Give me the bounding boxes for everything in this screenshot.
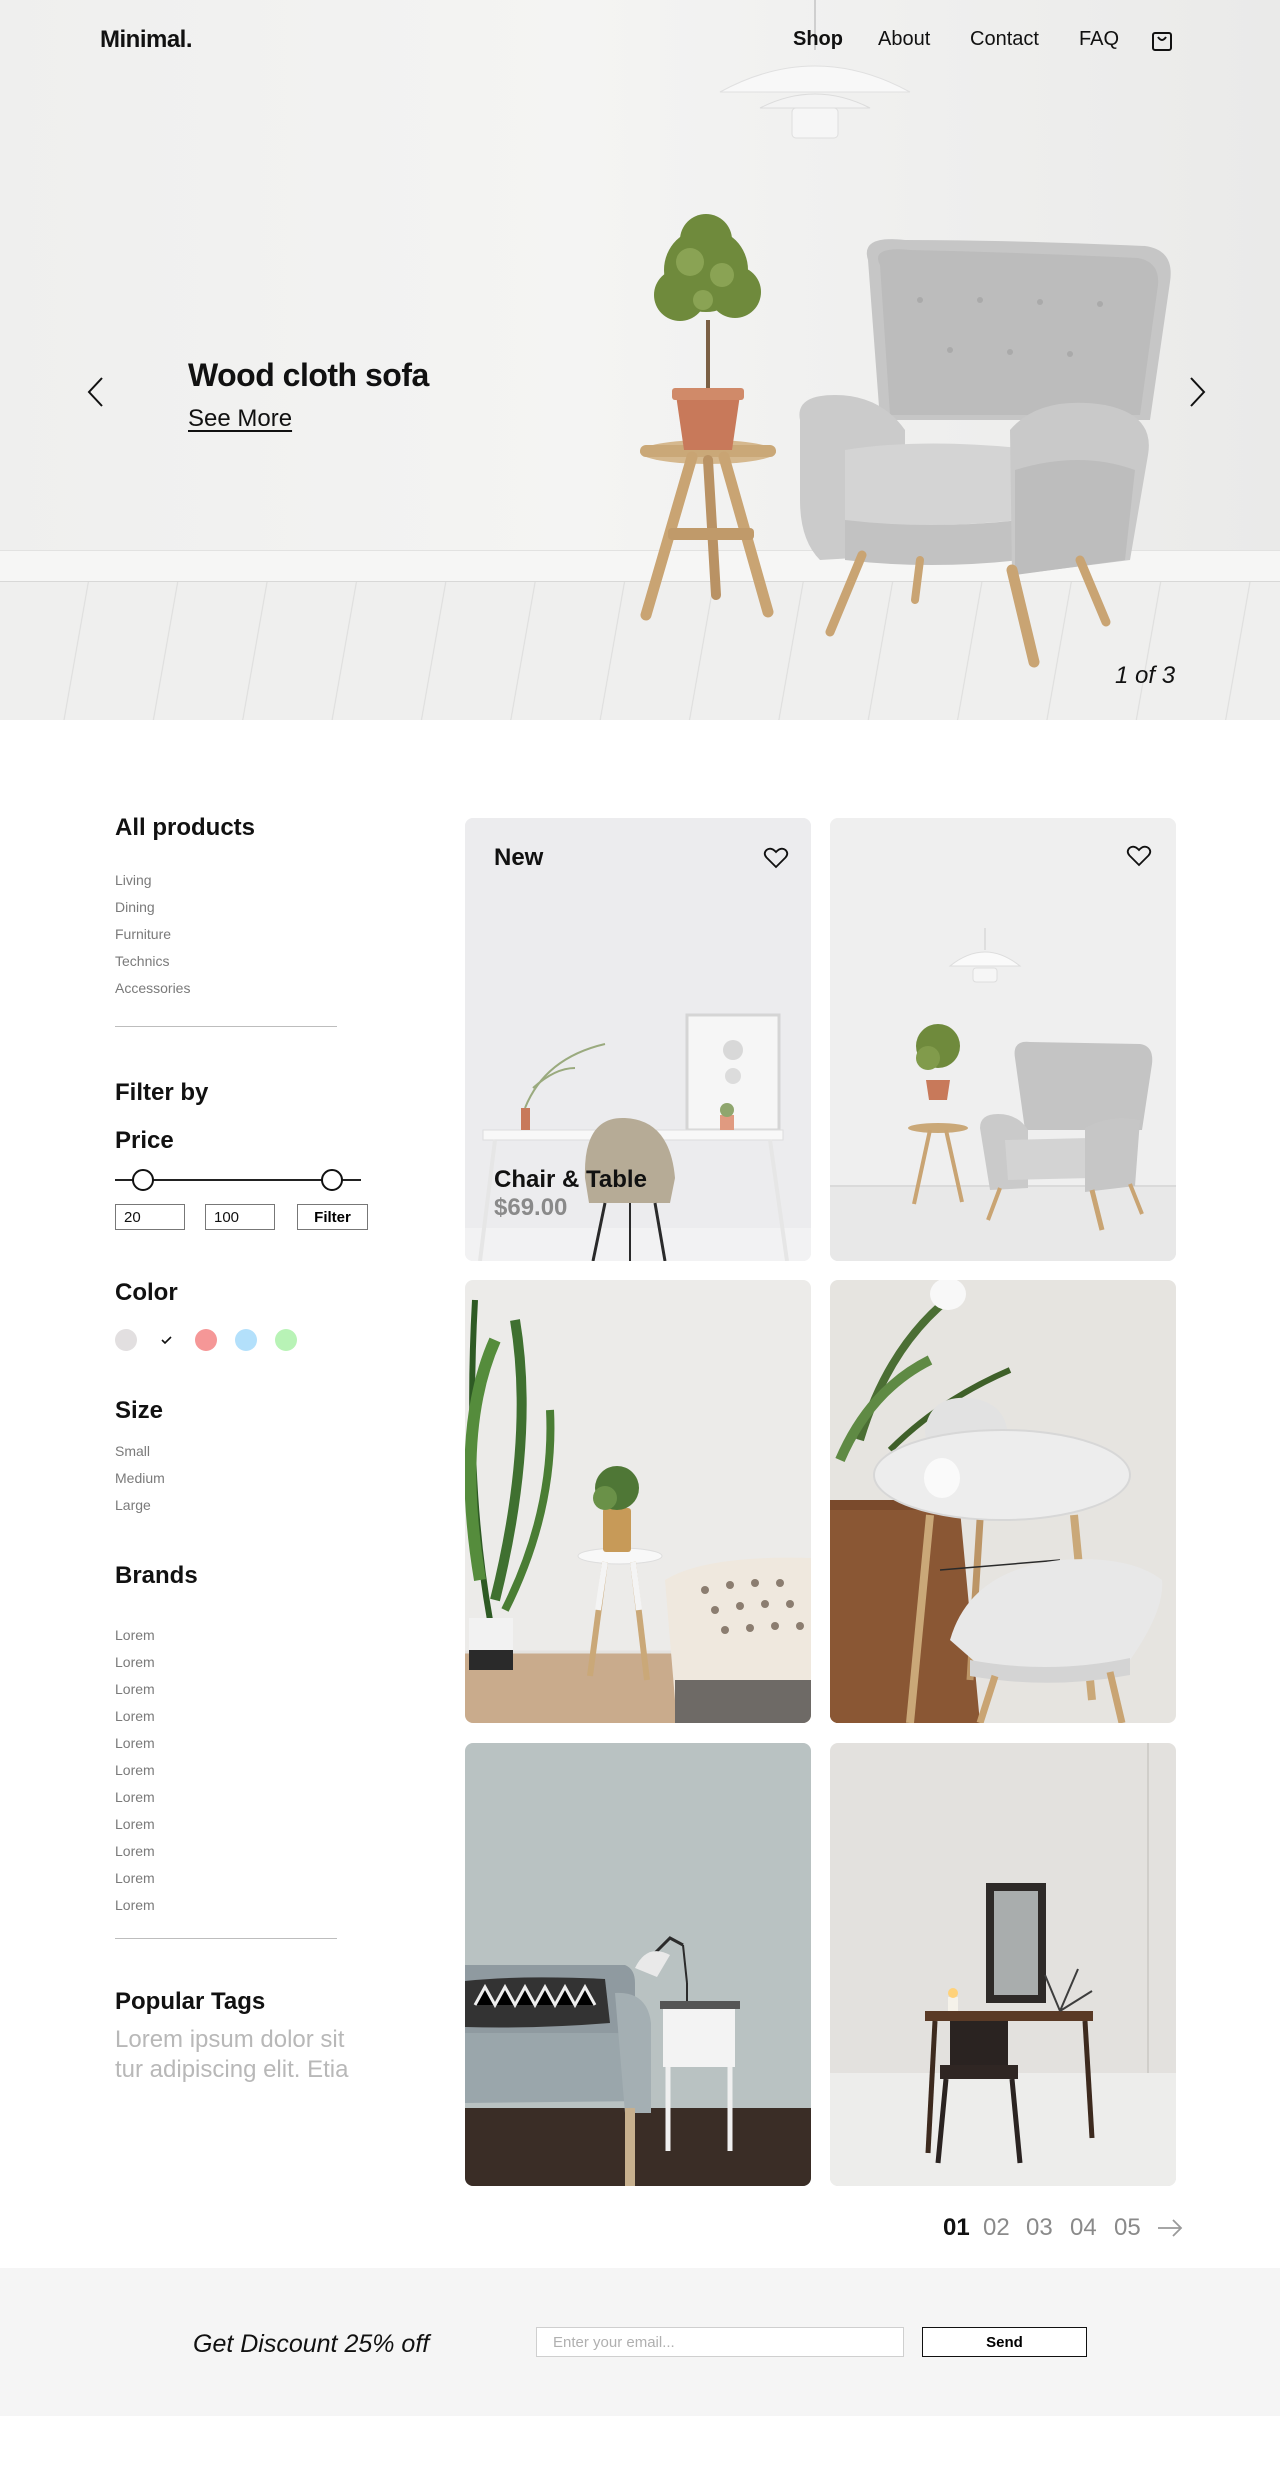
category-item[interactable]: Accessories <box>115 980 190 996</box>
shopping-bag-icon[interactable] <box>1150 28 1174 52</box>
send-button[interactable]: Send <box>922 2327 1087 2357</box>
heart-icon[interactable] <box>1126 844 1152 868</box>
chevron-right-icon[interactable] <box>1181 375 1211 409</box>
product-card[interactable] <box>465 1280 811 1723</box>
brand-item[interactable]: Lorem <box>115 1681 155 1697</box>
price-max-input[interactable] <box>205 1204 275 1230</box>
chevron-left-icon[interactable] <box>82 375 112 409</box>
product-photo-dining <box>830 1280 1176 1723</box>
nav-link-faq[interactable]: FAQ <box>1079 28 1119 51</box>
brand-item[interactable]: Lorem <box>115 1735 155 1751</box>
hero-banner: Minimal. Shop About Contact FAQ Wood clo… <box>0 0 1280 720</box>
brand-item[interactable]: Lorem <box>115 1654 155 1670</box>
brand-item[interactable]: Lorem <box>115 1627 155 1643</box>
hero-title: Wood cloth sofa <box>188 357 429 393</box>
color-swatch[interactable] <box>115 1329 137 1351</box>
size-item[interactable]: Medium <box>115 1470 165 1486</box>
all-products-heading: All products <box>115 814 256 841</box>
main-nav: Minimal. Shop About Contact FAQ <box>0 0 1280 80</box>
product-card[interactable] <box>830 818 1176 1261</box>
product-photo-sofa <box>465 1743 811 2186</box>
hero-see-more-link[interactable]: See More <box>188 405 292 433</box>
email-input[interactable] <box>536 2327 904 2357</box>
product-card[interactable] <box>830 1743 1176 2186</box>
popular-tags-line: Lorem ipsum dolor sit <box>115 2026 345 2053</box>
color-swatch[interactable] <box>235 1329 257 1351</box>
price-range-min-handle[interactable] <box>132 1169 154 1191</box>
size-item[interactable]: Small <box>115 1443 150 1459</box>
price-heading: Price <box>115 1127 174 1154</box>
brand-item[interactable]: Lorem <box>115 1762 155 1778</box>
category-item[interactable]: Furniture <box>115 926 171 942</box>
nav-link-contact[interactable]: Contact <box>970 28 1039 51</box>
popular-tags-heading: Popular Tags <box>115 1988 266 2015</box>
site-logo[interactable]: Minimal. <box>100 26 193 54</box>
sidebar-divider <box>115 1938 337 1939</box>
page-number[interactable]: 02 <box>983 2214 1010 2242</box>
arrow-right-icon[interactable] <box>1156 2216 1184 2240</box>
brand-item[interactable]: Lorem <box>115 1843 155 1859</box>
price-range-max-handle[interactable] <box>321 1169 343 1191</box>
product-photo-vanity <box>830 1743 1176 2186</box>
discount-text: Get Discount 25% off <box>193 2330 430 2358</box>
page-number[interactable]: 04 <box>1070 2214 1097 2242</box>
popular-tags-line: tur adipiscing elit. Etia <box>115 2056 349 2083</box>
product-photo-armchair <box>830 818 1176 1261</box>
new-badge: New <box>494 844 544 871</box>
category-item[interactable]: Technics <box>115 953 169 969</box>
product-card[interactable]: New Chair & Table $69.00 <box>465 818 811 1261</box>
nav-link-about[interactable]: About <box>878 28 930 51</box>
color-swatch[interactable] <box>195 1329 217 1351</box>
page-number[interactable]: 01 <box>943 2214 970 2242</box>
filter-button[interactable]: Filter <box>297 1204 368 1230</box>
checkmark-icon <box>161 1336 172 1345</box>
brand-item[interactable]: Lorem <box>115 1870 155 1886</box>
brand-item[interactable]: Lorem <box>115 1897 155 1913</box>
product-card[interactable] <box>465 1743 811 2186</box>
page-number[interactable]: 03 <box>1026 2214 1053 2242</box>
category-item[interactable]: Dining <box>115 899 155 915</box>
category-item[interactable]: Living <box>115 872 152 888</box>
color-swatch[interactable] <box>275 1329 297 1351</box>
popular-tags-text: Lorem ipsum dolor sit tur adipiscing eli… <box>115 2025 377 2089</box>
brands-heading: Brands <box>115 1562 198 1589</box>
brand-item[interactable]: Lorem <box>115 1708 155 1724</box>
price-min-input[interactable] <box>115 1204 185 1230</box>
size-item[interactable]: Large <box>115 1497 151 1513</box>
slide-counter: 1 of 3 <box>1115 662 1176 689</box>
filter-by-heading: Filter by <box>115 1079 209 1106</box>
heart-icon[interactable] <box>763 846 789 870</box>
page-number[interactable]: 05 <box>1114 2214 1141 2242</box>
brand-item[interactable]: Lorem <box>115 1816 155 1832</box>
size-heading: Size <box>115 1397 164 1424</box>
color-heading: Color <box>115 1279 178 1306</box>
product-name: Chair & Table <box>494 1166 647 1193</box>
sidebar-divider <box>115 1026 337 1027</box>
newsletter-bar: Get Discount 25% off Send <box>0 2268 1280 2416</box>
nav-link-shop[interactable]: Shop <box>793 28 843 51</box>
color-swatch-selected[interactable] <box>155 1329 177 1351</box>
product-card[interactable] <box>830 1280 1176 1723</box>
brand-item[interactable]: Lorem <box>115 1789 155 1805</box>
product-photo-bedroom <box>465 1280 811 1723</box>
product-price: $69.00 <box>494 1194 568 1221</box>
